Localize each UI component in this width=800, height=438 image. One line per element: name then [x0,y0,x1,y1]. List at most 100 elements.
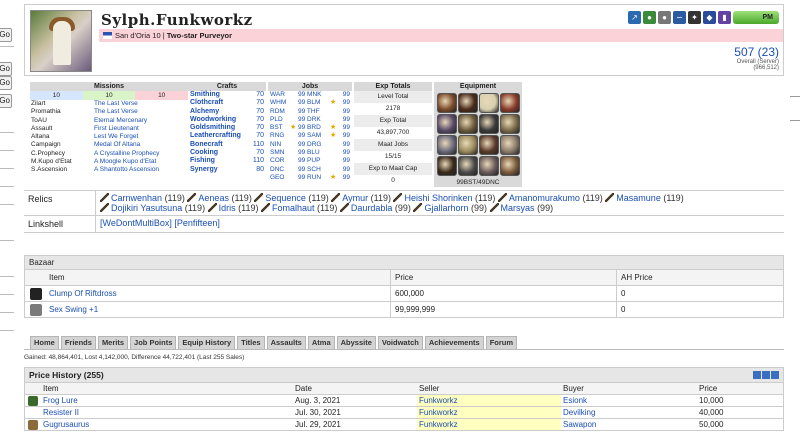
job-name[interactable]: WAR [268,91,290,99]
relic-link[interactable]: Marsyas [501,203,535,213]
equip-slot-legs-icon[interactable] [479,156,499,176]
job-level-pair[interactable]: 99 MNK [298,91,330,99]
craft-name-link[interactable]: Fishing [190,157,215,165]
mission-progress-link[interactable]: The Last Verse [94,100,188,108]
ph-seller-link[interactable]: Funkworkz [419,420,458,429]
equip-slot-sub-icon[interactable] [458,93,478,113]
mission-progress-link[interactable]: First Lieutenant [94,125,188,133]
craft-name-link[interactable]: Clothcraft [190,99,223,107]
mission-progress-link[interactable]: Eternal Mercenary [94,117,188,125]
relic-link[interactable]: Dojikiri Yasutsuna [111,203,182,213]
job-name[interactable]: DNC [268,166,290,174]
job-level-pair[interactable]: 99 RUN [298,174,330,182]
mission-progress-link[interactable]: Lest We Forget [94,133,188,141]
craft-name-link[interactable]: Woodworking [190,116,236,124]
relic-link[interactable]: Masamune [616,193,661,203]
tab-abyssite[interactable]: Abyssite [336,336,376,349]
equip-slot-neck-icon[interactable] [458,114,478,134]
job-level-pair[interactable]: 99 SAM [298,132,330,140]
job-level-pair[interactable]: 99 DRG [298,141,330,149]
ph-seller-link[interactable]: Funkworkz [419,396,458,405]
go-button[interactable]: Go [0,28,12,42]
tab-friends[interactable]: Friends [60,336,96,349]
bazaar-item-link[interactable]: Clump Of Riftdross [49,289,117,298]
relic-link[interactable]: Carnwenhan [111,193,162,203]
expand-icon[interactable] [762,371,770,379]
ph-item-link[interactable]: Resister II [43,408,79,417]
mission-progress-link[interactable]: Medal Of Altana [94,141,188,149]
relic-link[interactable]: Idris [219,203,236,213]
craft-name-link[interactable]: Cooking [190,149,218,157]
equip-slot-ring1-icon[interactable] [479,135,499,155]
job-level-pair[interactable]: 99 BLM [298,99,330,107]
tab-equip-history[interactable]: Equip History [178,336,236,349]
equip-slot-back-icon[interactable] [437,156,457,176]
ph-seller-link[interactable]: Funkworkz [419,408,458,417]
go-button[interactable]: Go [0,76,12,90]
collapse-icon[interactable] [753,371,761,379]
craft-name-link[interactable]: Alchemy [190,108,219,116]
job-level-pair[interactable]: 99 PUP [298,157,330,165]
equip-slot-body-icon[interactable] [437,135,457,155]
tab-merits[interactable]: Merits [97,336,129,349]
job-level-pair[interactable]: 99 BRD [298,124,330,132]
craft-name-link[interactable]: Goldsmithing [190,124,235,132]
job-name[interactable]: NIN [268,141,290,149]
globe-icon[interactable]: ● [643,11,656,24]
equip-slot-hands-icon[interactable] [458,135,478,155]
tab-job-points[interactable]: Job Points [130,336,177,349]
relic-link[interactable]: Fomalhaut [272,203,315,213]
job-name[interactable]: RDM [268,108,290,116]
ph-item-link[interactable]: Gugrusaurus [43,420,89,429]
relic-link[interactable]: Aymur [342,193,368,203]
job-level-pair[interactable]: 99 DRK [298,116,330,124]
linkshell-link[interactable]: [WeDontMultiBox] [100,218,172,228]
tab-voidwatch[interactable]: Voidwatch [377,336,423,349]
ph-col-price[interactable]: Price [697,384,783,393]
craft-name-link[interactable]: Bonecraft [190,141,223,149]
mission-progress-link[interactable]: A Shantotto Ascension [94,166,188,174]
moogle-icon[interactable]: ● [658,11,671,24]
tab-atma[interactable]: Atma [307,336,335,349]
relic-link[interactable]: Aeneas [198,193,229,203]
equip-slot-ammo-icon[interactable] [500,93,520,113]
craft-name-link[interactable]: Synergy [190,166,218,174]
dragon-icon[interactable]: ✦ [688,11,701,24]
equip-slot-ring2-icon[interactable] [500,135,520,155]
equip-slot-main-icon[interactable] [437,93,457,113]
go-button[interactable]: Go [0,94,12,108]
score-paren[interactable]: (23) [758,45,779,59]
ph-col-buyer[interactable]: Buyer [561,384,697,393]
go-button[interactable]: Go [0,62,12,76]
tab-titles[interactable]: Titles [237,336,265,349]
equip-slot-waist-icon[interactable] [458,156,478,176]
tab-forum[interactable]: Forum [485,336,518,349]
relic-link[interactable]: Daurdabla [351,203,393,213]
ph-buyer-link[interactable]: Esionk [563,396,587,405]
equip-slot-ear1-icon[interactable] [479,114,499,134]
emblem-icon[interactable]: ◆ [703,11,716,24]
ph-col-item[interactable]: Item [41,384,293,393]
mission-progress-link[interactable]: A Crystalline Prophecy [94,150,188,158]
tab-home[interactable]: Home [30,336,59,349]
craft-name-link[interactable]: Smithing [190,91,220,99]
bookmark-icon[interactable]: ↗ [628,11,641,24]
tab-achievements[interactable]: Achievements [424,336,484,349]
job-name[interactable]: GEO [268,174,290,182]
relic-link[interactable]: Sequence [265,193,306,203]
ph-item-link[interactable]: Frog Lure [43,396,78,405]
equip-slot-ear2-icon[interactable] [500,114,520,134]
ph-buyer-link[interactable]: Sawapon [563,420,596,429]
tab-assaults[interactable]: Assaults [266,336,306,349]
relic-link[interactable]: Heishi Shorinken [404,193,472,203]
ph-col-date[interactable]: Date [293,384,417,393]
ph-buyer-link[interactable]: Devilking [563,408,595,417]
job-name[interactable]: WHM [268,99,290,107]
job-name[interactable]: PLD [268,116,290,124]
equip-slot-head-icon[interactable] [437,114,457,134]
equip-slot-range-icon[interactable] [479,93,499,113]
ph-col-seller[interactable]: Seller [417,383,561,394]
chain-icon[interactable]: ∽ [673,11,686,24]
score-main[interactable]: 507 [734,45,754,59]
relic-link[interactable]: Gjallarhorn [424,203,468,213]
